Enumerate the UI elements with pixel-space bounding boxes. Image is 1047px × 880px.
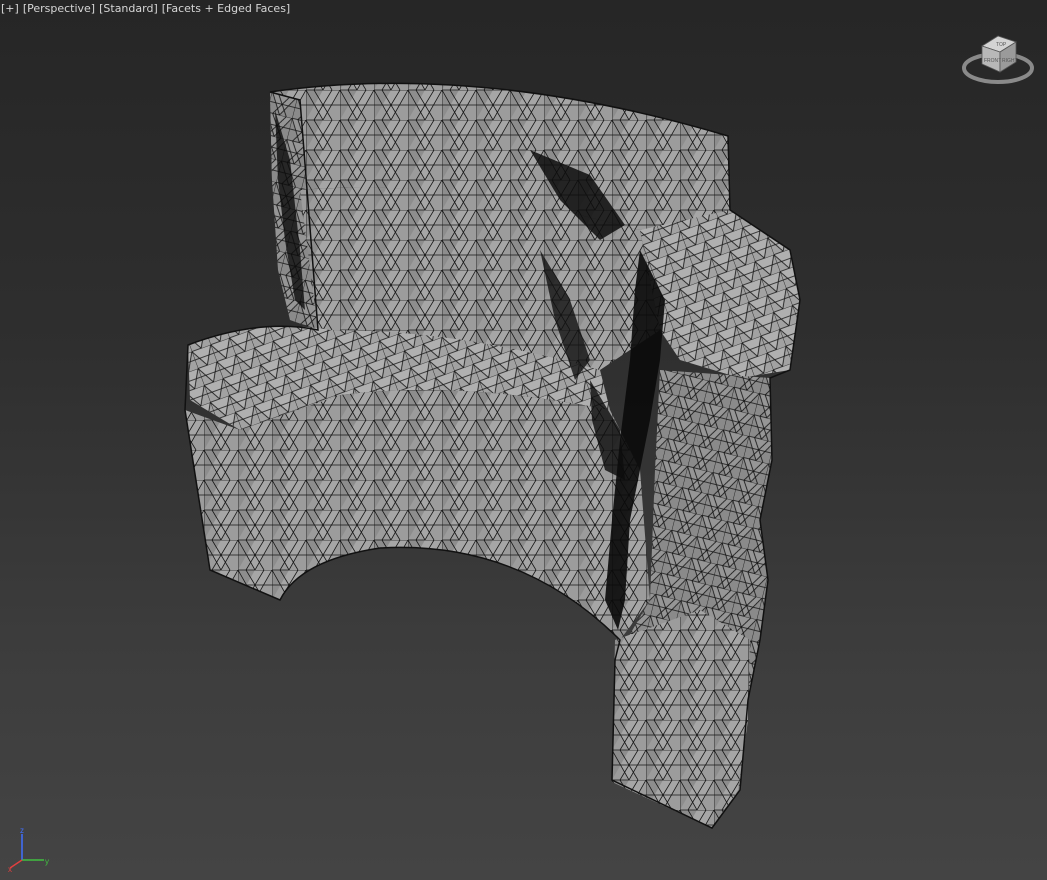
axis-tripod: z y x — [8, 826, 49, 872]
viewcube-top-label: TOP — [996, 42, 1007, 48]
z-axis-label: z — [20, 826, 24, 835]
viewcube-front-label: FRONT — [984, 58, 1001, 64]
mesh-inner-arc — [185, 390, 650, 640]
y-axis-label: y — [45, 857, 49, 866]
viewcube-right-label: RIGHT — [1002, 58, 1018, 64]
mesh-front-pillar — [612, 610, 750, 828]
mesh-model[interactable] — [0, 0, 1047, 880]
x-axis-label: x — [8, 865, 12, 872]
viewcube-widget[interactable]: TOP FRONT RIGHT — [960, 24, 1036, 90]
mesh-right-upper-block — [640, 210, 800, 378]
perspective-viewport[interactable]: [+] [Perspective] [Standard] [Facets + E… — [0, 0, 1047, 880]
